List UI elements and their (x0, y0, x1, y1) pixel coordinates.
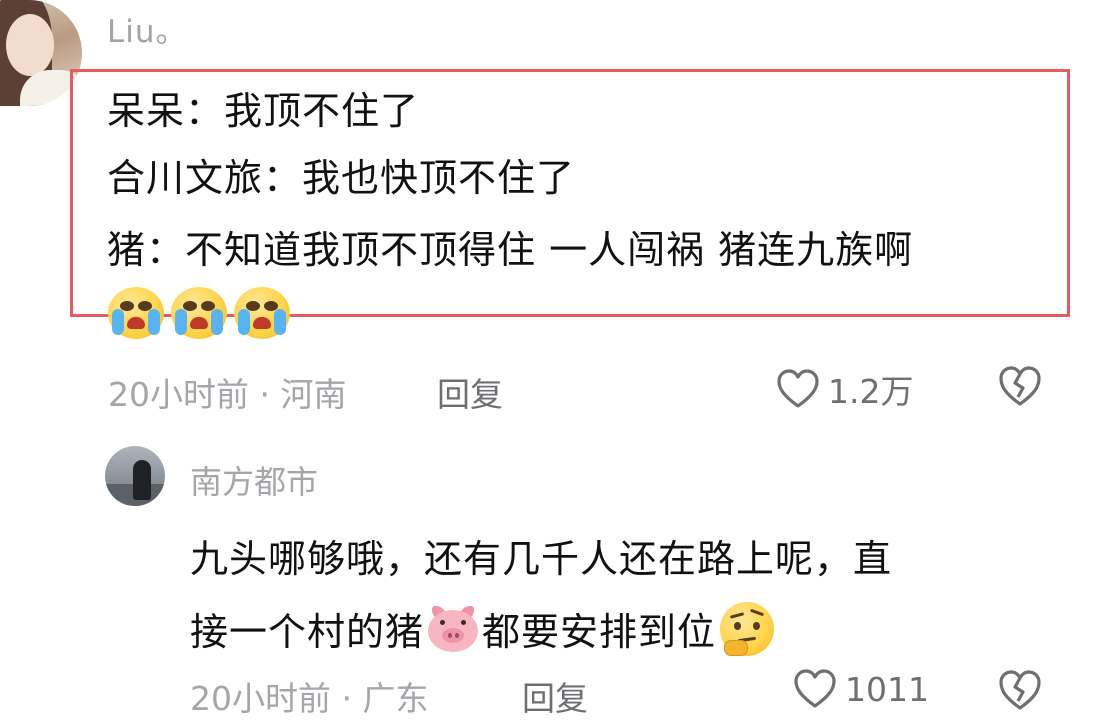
comment-text-line: 九头哪够哦，还有几千人还在路上呢，直 (190, 537, 893, 581)
crying-face-emoji (234, 287, 290, 339)
like-count: 1.2万 (828, 372, 914, 411)
reply-button[interactable]: 回复 (522, 672, 588, 720)
crying-face-emoji (171, 287, 227, 339)
like-count: 1011 (845, 669, 929, 709)
crying-face-emoji (108, 287, 164, 339)
comment-meta: 20小时前 · 广东 (190, 679, 429, 718)
comment-text-segment: 都要安排到位 (482, 610, 717, 654)
emoji-row (108, 287, 290, 339)
comment-text-line: 合川文旅：我也快顶不住了 (107, 156, 576, 200)
broken-heart-icon (999, 366, 1041, 406)
pig-face-emoji (428, 605, 479, 652)
broken-heart-icon (999, 670, 1041, 710)
comment-meta: 20小时前 · 河南 (108, 375, 347, 414)
comment-text-line: 接一个村的猪 都要安排到位 (190, 601, 775, 656)
comment-text-segment: 接一个村的猪 (190, 610, 425, 654)
comment-username[interactable]: 南方都市 (190, 457, 318, 503)
comment-text-line: 呆呆：我顶不住了 (107, 89, 420, 133)
dislike-button[interactable] (997, 365, 1043, 411)
reply-button[interactable]: 回复 (437, 368, 503, 416)
like-button[interactable]: 1.2万 (776, 365, 913, 413)
dislike-button[interactable] (997, 669, 1043, 715)
heart-outline-icon (777, 369, 819, 408)
thinking-face-emoji (720, 601, 775, 656)
avatar[interactable] (105, 446, 165, 506)
heart-outline-icon (794, 669, 836, 708)
like-button[interactable]: 1011 (793, 669, 929, 709)
comment-text-line: 猪：不知道我顶不顶得住 一人闯祸 猪连九族啊 (107, 228, 914, 272)
comment-username[interactable]: Liu。 (107, 6, 188, 51)
